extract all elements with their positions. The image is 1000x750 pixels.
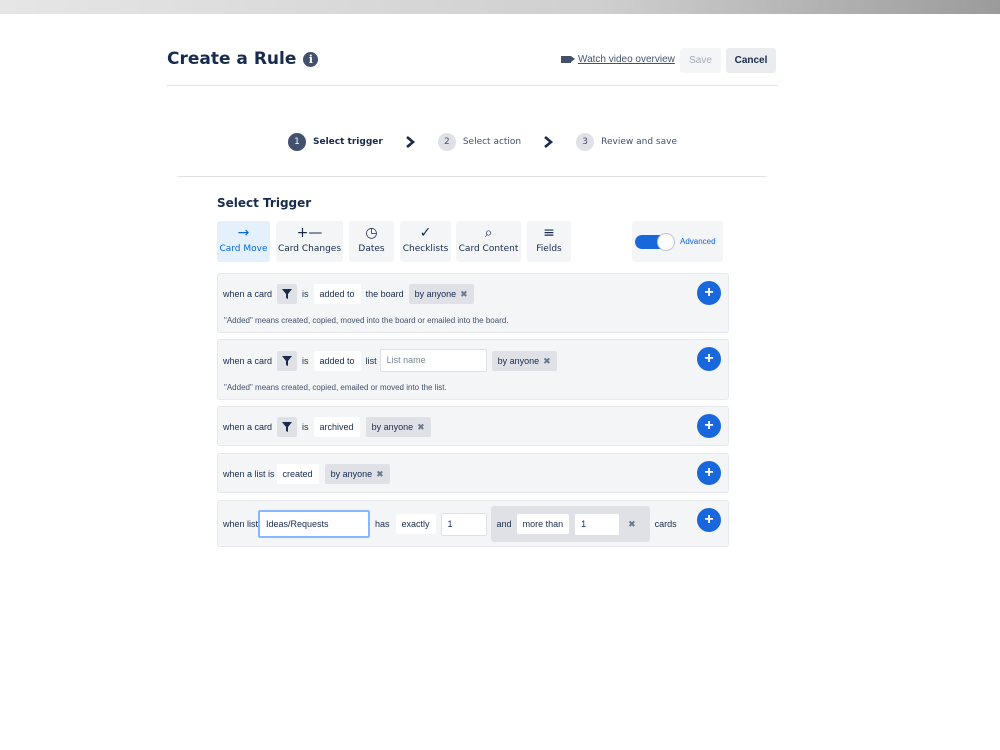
step-number: 3 — [576, 133, 595, 151]
by-anyone-chip[interactable]: by anyone ✖ — [365, 417, 431, 437]
trigger-list-created[interactable]: when a list is created by anyone ✖ + — [217, 453, 729, 493]
filter-icon[interactable] — [277, 350, 298, 371]
tab-dates[interactable]: ◷ Dates — [349, 221, 394, 262]
trigger-card-added-to-list[interactable]: when a card is added to list List name b… — [217, 339, 729, 400]
count-input[interactable]: 1 — [440, 512, 487, 536]
action-select[interactable]: archived — [313, 417, 360, 437]
cancel-button[interactable]: Cancel — [726, 48, 776, 73]
section-title: Select Trigger — [217, 196, 312, 210]
remove-icon[interactable]: ✖ — [628, 519, 636, 530]
page-title: Create a Rule i — [167, 49, 319, 69]
action-select[interactable]: added to — [313, 350, 361, 371]
browser-top-strip — [0, 0, 1000, 14]
list-name-input[interactable]: Ideas/Requests — [258, 510, 371, 538]
step-label: Review and save — [601, 137, 677, 147]
list-name-input[interactable]: List name — [379, 349, 487, 372]
step-select-trigger[interactable]: 1 Select trigger — [288, 133, 383, 151]
info-icon[interactable]: i — [303, 51, 319, 67]
trigger-list-card-count[interactable]: when list Ideas/Requests has exactly 1 a… — [217, 500, 729, 547]
comment-icon: ⌕ — [484, 225, 493, 241]
trigger-row: when list Ideas/Requests has exactly 1 a… — [218, 506, 682, 542]
step-select-action[interactable]: 2 Select action — [437, 133, 522, 151]
plus-minus-icon: +— — [296, 225, 323, 241]
additional-condition-group: and more than 1 ✖ — [490, 506, 650, 542]
step-review-save[interactable]: 3 Review and save — [576, 133, 677, 151]
trigger-row: when a list is created by anyone ✖ — [218, 464, 390, 484]
step-number: 1 — [288, 133, 306, 151]
tab-fields[interactable]: ≡ Fields — [527, 221, 571, 262]
trigger-card-added-to-board[interactable]: when a card is added to the board by any… — [217, 273, 729, 333]
video-camera-icon — [561, 56, 575, 63]
tab-checklists[interactable]: ✓ Checklists — [400, 221, 451, 262]
by-anyone-chip[interactable]: by anyone ✖ — [408, 284, 474, 304]
add-trigger-button[interactable]: + — [697, 281, 721, 305]
step-label: Select trigger — [313, 137, 383, 147]
trigger-hint: "Added" means created, copied, moved int… — [224, 316, 509, 325]
add-trigger-button[interactable]: + — [697, 461, 721, 485]
remove-icon[interactable]: ✖ — [460, 289, 468, 299]
watch-video-link[interactable]: Watch video overview — [561, 54, 675, 65]
add-trigger-button[interactable]: + — [697, 508, 721, 532]
count-input[interactable]: 1 — [574, 512, 621, 536]
remove-icon[interactable]: ✖ — [417, 422, 425, 432]
filter-icon[interactable] — [277, 284, 298, 304]
step-label: Select action — [462, 137, 522, 147]
trigger-row: when a card is archived by anyone ✖ — [218, 417, 431, 437]
lines-icon: ≡ — [543, 225, 555, 241]
action-select[interactable]: created — [276, 464, 319, 484]
trigger-row: when a card is added to the board by any… — [218, 284, 474, 304]
step-number: 2 — [437, 133, 456, 151]
checkmark-icon: ✓ — [419, 225, 432, 241]
by-anyone-chip[interactable]: by anyone ✖ — [324, 464, 390, 484]
tab-card-move[interactable]: → Card Move — [217, 221, 270, 262]
advanced-toggle[interactable]: Advanced — [632, 221, 723, 262]
tab-card-content[interactable]: ⌕ Card Content — [456, 221, 521, 262]
toggle-knob — [658, 233, 674, 250]
add-trigger-button[interactable]: + — [697, 414, 721, 438]
divider — [178, 176, 766, 177]
tab-card-changes[interactable]: +— Card Changes — [276, 221, 343, 262]
toggle-switch[interactable] — [635, 233, 674, 250]
action-select[interactable]: added to — [313, 284, 361, 304]
trigger-hint: "Added" means created, copied, emailed o… — [224, 383, 447, 392]
remove-icon[interactable]: ✖ — [543, 356, 551, 366]
trigger-row: when a card is added to list List name b… — [218, 349, 557, 372]
comparison-select[interactable]: exactly — [395, 514, 436, 534]
filter-icon[interactable] — [277, 417, 298, 437]
comparison-select[interactable]: more than — [516, 514, 570, 534]
by-anyone-chip[interactable]: by anyone ✖ — [491, 350, 557, 371]
wizard-steps: 1 Select trigger 2 Select action 3 Revie… — [288, 133, 677, 151]
remove-icon[interactable]: ✖ — [376, 469, 384, 479]
chevron-right-icon — [405, 136, 416, 148]
save-button[interactable]: Save — [680, 48, 721, 73]
rule-header: Create a Rule i Watch video overview Sav… — [167, 44, 778, 86]
trigger-card-archived[interactable]: when a card is archived by anyone ✖ + — [217, 406, 729, 446]
arrow-right-icon: → — [237, 225, 250, 241]
add-trigger-button[interactable]: + — [697, 347, 721, 371]
advanced-label: Advanced — [680, 237, 716, 246]
chevron-right-icon — [543, 136, 554, 148]
clock-icon: ◷ — [365, 225, 378, 241]
